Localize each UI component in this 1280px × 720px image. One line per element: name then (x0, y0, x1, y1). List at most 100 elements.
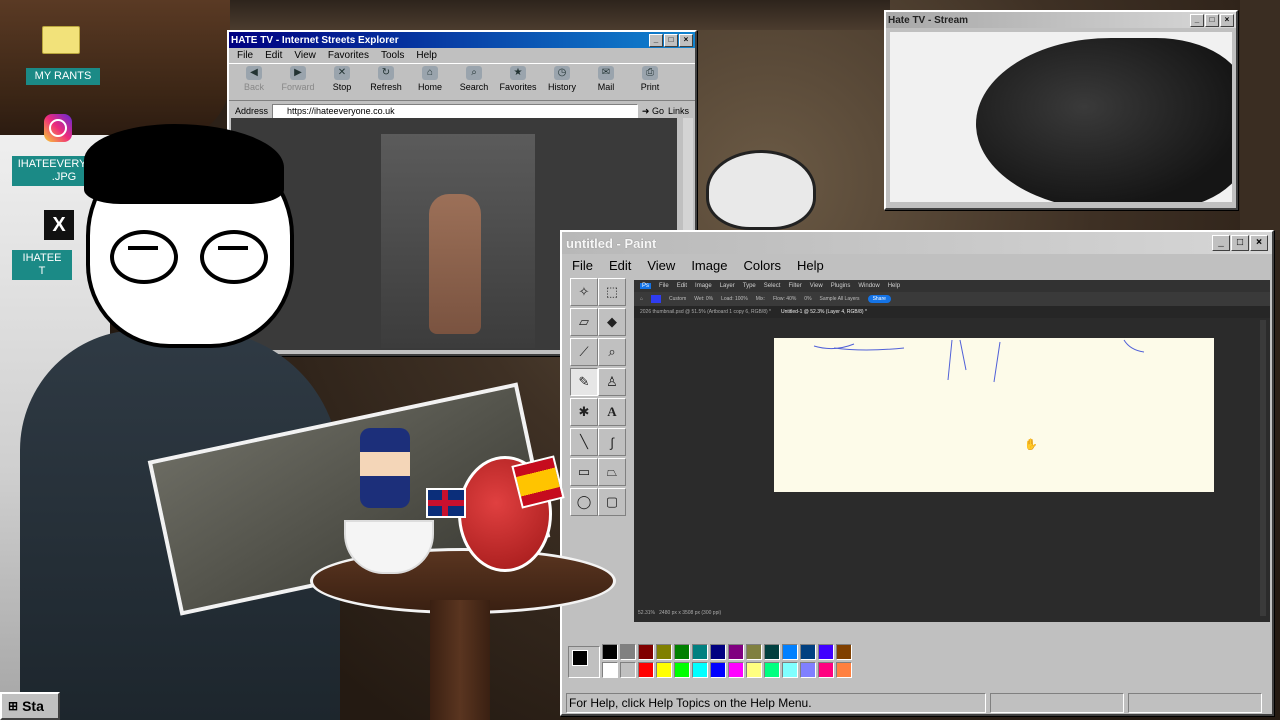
palette-swatch[interactable] (620, 644, 636, 660)
hand-cursor-icon: ✋ (1024, 439, 1038, 451)
palette-swatch[interactable] (764, 662, 780, 678)
search-button[interactable]: ⌕ Search (455, 66, 493, 92)
forward-button[interactable]: ▶ Forward (279, 66, 317, 92)
rect-select-icon[interactable]: ⬚ (598, 278, 626, 306)
palette-swatch[interactable] (674, 662, 690, 678)
close-button[interactable]: × (1250, 235, 1268, 251)
start-button[interactable]: ⊞ Sta (0, 692, 60, 720)
airbrush-icon[interactable]: ✱ (570, 398, 598, 426)
stop-button[interactable]: ✕ Stop (323, 66, 361, 92)
close-button[interactable]: × (679, 33, 693, 47)
home-button[interactable]: ⌂ Home (411, 66, 449, 92)
print-button[interactable]: ⎙ Print (631, 66, 669, 92)
menu-file[interactable]: File (572, 258, 593, 273)
palette-swatch[interactable] (782, 662, 798, 678)
palette-swatch[interactable] (764, 644, 780, 660)
palette-swatch[interactable] (800, 644, 816, 660)
palette-swatch[interactable] (746, 644, 762, 660)
palette-swatch[interactable] (638, 662, 654, 678)
favorites-button[interactable]: ★ Favorites (499, 66, 537, 92)
palette-swatch[interactable] (710, 662, 726, 678)
palette-swatch[interactable] (656, 644, 672, 660)
paint-titlebar[interactable]: untitled - Paint _ □ × (562, 232, 1272, 254)
ps-scrollbar[interactable] (1260, 320, 1266, 616)
palette-swatch[interactable] (602, 644, 618, 660)
palette-swatch[interactable] (692, 662, 708, 678)
small-cartoon-face-sticker (706, 150, 816, 230)
palette-swatch[interactable] (728, 644, 744, 660)
polygon-icon[interactable]: ⏢ (598, 458, 626, 486)
maximize-button[interactable]: □ (1231, 235, 1249, 251)
stream-titlebar[interactable]: Hate TV - Stream _ □ × (886, 12, 1236, 28)
links-button[interactable]: Links (668, 106, 689, 116)
text-icon[interactable]: A (598, 398, 626, 426)
eraser-icon[interactable]: ▱ (570, 308, 598, 336)
eyedropper-icon[interactable]: ⟋ (570, 338, 598, 366)
refresh-button[interactable]: ↻ Refresh (367, 66, 405, 92)
desktop-icon-my-rants[interactable] (42, 26, 80, 54)
free-select-icon[interactable]: ✧ (570, 278, 598, 306)
palette-swatch[interactable] (836, 662, 852, 678)
menu-help[interactable]: Help (416, 50, 437, 61)
history-button[interactable]: ◷ History (543, 66, 581, 92)
palette-swatch[interactable] (746, 662, 762, 678)
palette-swatch[interactable] (782, 644, 798, 660)
color-selector[interactable] (568, 646, 600, 678)
menu-image[interactable]: Image (691, 258, 727, 273)
magnifier-icon[interactable]: ⌕ (598, 338, 626, 366)
go-button[interactable]: ➜ Go (642, 106, 664, 117)
browser-titlebar[interactable]: HATE TV - Internet Streets Explorer _ □ … (229, 32, 695, 48)
menu-edit[interactable]: Edit (609, 258, 631, 273)
address-label: Address (235, 106, 269, 116)
stream-title: Hate TV - Stream (888, 14, 969, 26)
share-button[interactable]: Share (867, 295, 891, 303)
menu-file[interactable]: File (237, 50, 253, 61)
home-icon: ⌂ (422, 66, 438, 80)
palette-swatch[interactable] (818, 644, 834, 660)
close-button[interactable]: × (1220, 13, 1234, 27)
palette-swatch[interactable] (674, 644, 690, 660)
fill-bucket-icon[interactable]: ◆ (598, 308, 626, 336)
menu-view[interactable]: View (647, 258, 675, 273)
palette-swatch[interactable] (728, 662, 744, 678)
ps-tab[interactable]: Untitled-1 @ 52.3% (Layer 4, RGB/8) * (781, 309, 867, 315)
x-icon[interactable]: X (44, 210, 74, 240)
menu-colors[interactable]: Colors (743, 258, 781, 273)
spain-flag-icon (511, 455, 565, 509)
maximize-button[interactable]: □ (664, 33, 678, 47)
minimize-button[interactable]: _ (649, 33, 663, 47)
mail-button[interactable]: ✉ Mail (587, 66, 625, 92)
menu-edit[interactable]: Edit (265, 50, 282, 61)
line-icon[interactable]: ╲ (570, 428, 598, 456)
menu-view[interactable]: View (294, 50, 316, 61)
palette-swatch[interactable] (710, 644, 726, 660)
palette-swatch[interactable] (638, 644, 654, 660)
menu-tools[interactable]: Tools (381, 50, 404, 61)
menu-favorites[interactable]: Favorites (328, 50, 369, 61)
pencil-icon[interactable]: ✎ (570, 368, 598, 396)
palette-swatch[interactable] (836, 644, 852, 660)
curve-icon[interactable]: ∫ (598, 428, 626, 456)
status-cell (990, 693, 1124, 713)
palette-swatch[interactable] (656, 662, 672, 678)
paint-canvas[interactable]: Ps File Edit Image Layer Type Select Filter Vie… (634, 280, 1270, 622)
instagram-icon[interactable] (44, 114, 72, 142)
rounded-rect-icon[interactable]: ▢ (598, 488, 626, 516)
palette-swatch[interactable] (800, 662, 816, 678)
minimize-button[interactable]: _ (1212, 235, 1230, 251)
ps-tab[interactable]: 2026 thumbnail.psd @ 51.5% (Artboard 1 c… (640, 309, 771, 315)
address-input[interactable]: https://ihateeveryone.co.uk (272, 103, 638, 119)
favorites-icon: ★ (510, 66, 526, 80)
brush-icon[interactable]: ♙ (598, 368, 626, 396)
palette-swatch[interactable] (602, 662, 618, 678)
minimize-button[interactable]: _ (1190, 13, 1204, 27)
rectangle-icon[interactable]: ▭ (570, 458, 598, 486)
palette-swatch[interactable] (692, 644, 708, 660)
print-icon: ⎙ (642, 66, 658, 80)
ellipse-icon[interactable]: ◯ (570, 488, 598, 516)
palette-swatch[interactable] (818, 662, 834, 678)
back-button[interactable]: ◀ Back (235, 66, 273, 92)
palette-swatch[interactable] (620, 662, 636, 678)
menu-help[interactable]: Help (797, 258, 824, 273)
maximize-button[interactable]: □ (1205, 13, 1219, 27)
